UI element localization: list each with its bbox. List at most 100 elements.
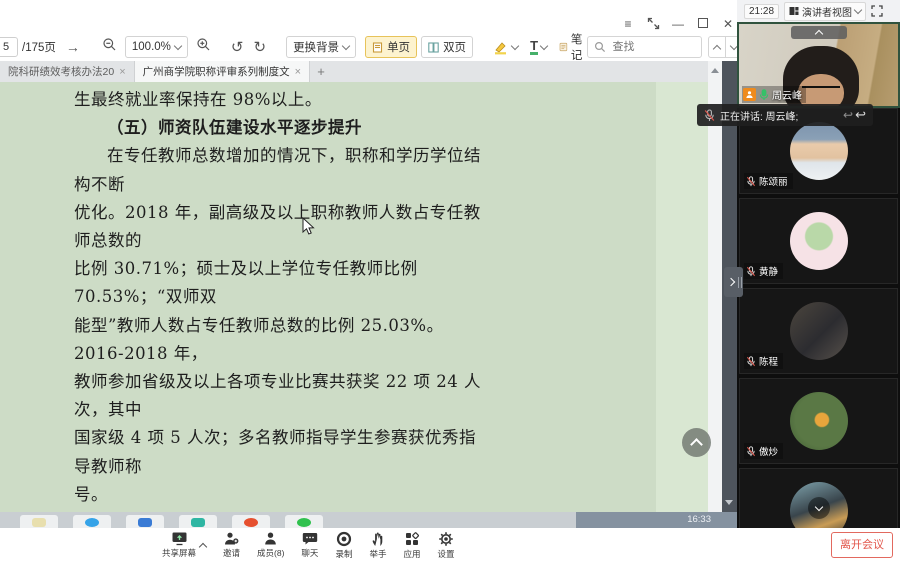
scroll-to-top-button[interactable] xyxy=(682,428,711,457)
share-screen-button[interactable]: 共享屏幕 xyxy=(162,531,196,559)
participant-tile[interactable]: 傲炒 xyxy=(739,378,898,464)
document-text: 生最终就业率保持在 98%以上。（五）师资队伍建设水平逐步提升在专任教师总数增加… xyxy=(74,86,488,512)
settings-gear-icon xyxy=(438,531,454,547)
fullscreen-icon[interactable] xyxy=(871,5,883,17)
participant-tile[interactable]: 陈程 xyxy=(739,288,898,374)
rotate-left-icon[interactable]: ↺ xyxy=(231,38,244,56)
doc-line: 在专任教师总数增加的情况下，职称和学历学位结构不断 xyxy=(74,142,488,198)
participant-name-label: 傲炒 xyxy=(744,443,783,459)
pdf-tab-bar: 院科研绩效考核办法20 × 广州商学院职称评审系列制度文 × + xyxy=(0,61,737,82)
collapse-video-button[interactable] xyxy=(791,26,847,39)
scroll-up-arrow-icon[interactable] xyxy=(711,68,719,73)
share-screen-icon xyxy=(171,531,188,546)
video-panel-header: 21:28 演讲者视图 xyxy=(737,0,900,22)
tab-document-2[interactable]: 广州商学院职称评审系列制度文 × xyxy=(135,61,310,82)
doc-line: （五）师资队伍建设水平逐步提升 xyxy=(74,114,488,142)
participant-name-label: 陈颂丽 xyxy=(744,173,793,189)
pdf-toolbar: /175页 → 100.0% ↺ ↻ 更换背景 xyxy=(0,33,737,61)
pdf-window-controls: ≡ — ✕ xyxy=(620,17,736,31)
speaker-name-label: 周云峰 xyxy=(742,86,806,103)
tab-document-1[interactable]: 院科研绩效考核办法20 × xyxy=(0,61,135,82)
search-icon xyxy=(594,41,606,53)
meeting-app-window: ≡ — ✕ /175页 → 100.0% xyxy=(0,0,900,562)
tab-close-icon[interactable]: × xyxy=(119,66,125,78)
taskbar-app-icon[interactable] xyxy=(232,515,270,528)
doc-line: 教师参加省级及以上各项专业比赛共获奖 22 项 24 人次，其中 xyxy=(74,368,488,424)
mic-muted-icon xyxy=(746,446,756,457)
view-mode-dropdown[interactable]: 演讲者视图 xyxy=(784,2,866,21)
mic-muted-icon xyxy=(746,266,756,277)
participants-scroll-down-button[interactable] xyxy=(808,497,830,519)
raise-hand-icon xyxy=(371,531,385,547)
settings-button[interactable]: 设置 xyxy=(437,531,454,560)
tab-close-icon[interactable]: × xyxy=(295,66,301,78)
mic-muted-icon xyxy=(746,176,756,187)
change-background-button[interactable]: 更换背景 xyxy=(286,36,356,58)
taskbar-app-icon[interactable] xyxy=(73,515,111,528)
mic-muted-icon xyxy=(746,356,756,367)
text-tool[interactable]: T xyxy=(530,39,547,55)
meeting-bottom-toolbar: 共享屏幕 邀请 成员(8) 聊天 xyxy=(0,528,900,562)
taskbar-app-icon[interactable] xyxy=(179,515,217,528)
search-prev-button[interactable] xyxy=(709,37,725,57)
invite-button[interactable]: 邀请 xyxy=(223,531,240,559)
chat-icon xyxy=(302,531,318,546)
zoom-in-icon[interactable] xyxy=(196,37,211,57)
share-options-chevron-icon[interactable] xyxy=(199,542,207,550)
reply-arrow-icon[interactable]: ↩ xyxy=(843,108,853,122)
presenter-badge-icon xyxy=(743,88,756,101)
close-button[interactable]: ✕ xyxy=(720,17,736,31)
raise-hand-button[interactable]: 举手 xyxy=(369,531,386,560)
participant-name-label: 陈程 xyxy=(744,353,783,369)
leave-meeting-button[interactable]: 离开会议 xyxy=(831,532,893,558)
rotate-right-icon[interactable]: ↻ xyxy=(253,38,266,56)
participant-tile[interactable]: 黄静 xyxy=(739,198,898,284)
doc-line: 比例 30.71%；硕士及以上学位专任教师比例 70.53%；“双师双 xyxy=(74,255,488,311)
taskbar: 16:33 xyxy=(0,512,737,528)
meeting-timer: 21:28 xyxy=(744,4,779,19)
chat-button[interactable]: 聊天 xyxy=(301,531,318,559)
reply-arrow-icon[interactable]: ↩ xyxy=(855,107,866,123)
menu-icon[interactable]: ≡ xyxy=(620,17,636,31)
doc-line: 能型”教师人数占专任教师总数的比例 25.03%。2016-2018 年， xyxy=(74,312,488,368)
doc-line: 国家级 4 项 5 人次；多名教师指导学生参赛获优秀指导教师称 xyxy=(74,424,488,480)
video-panel: 21:28 演讲者视图 xyxy=(737,0,900,528)
invite-icon xyxy=(223,531,240,546)
mouse-cursor xyxy=(302,217,315,236)
mic-muted-icon xyxy=(704,109,715,122)
go-to-page-arrow-icon[interactable]: → xyxy=(66,39,80,55)
doc-line: 生最终就业率保持在 98%以上。 xyxy=(74,86,488,114)
new-tab-button[interactable]: + xyxy=(310,61,332,82)
taskbar-pinned-apps xyxy=(0,512,576,528)
double-page-toggle[interactable]: 双页 xyxy=(421,36,473,58)
zoom-level-dropdown[interactable]: 100.0% xyxy=(125,36,188,58)
apps-button[interactable]: 应用 xyxy=(403,531,420,560)
participant-tiles: 陈颂丽黄静陈程傲炒 xyxy=(737,108,900,528)
search-input[interactable] xyxy=(611,40,695,54)
members-button[interactable]: 成员(8) xyxy=(257,531,284,559)
taskbar-app-icon[interactable] xyxy=(126,515,164,528)
doc-line: 优化。2018 年，副高级及以上职称教师人数占专任教师总数的 xyxy=(74,199,488,255)
page-number-input[interactable] xyxy=(0,37,18,57)
active-speaker-video[interactable]: 周云峰 xyxy=(737,22,900,108)
zoom-out-icon[interactable] xyxy=(102,37,117,57)
apps-icon xyxy=(404,531,420,547)
restore-button[interactable] xyxy=(695,17,711,31)
mic-active-icon xyxy=(759,89,769,101)
scroll-down-arrow-icon[interactable] xyxy=(725,500,733,505)
taskbar-clock: 16:33 xyxy=(576,512,737,528)
search-box[interactable] xyxy=(587,36,702,58)
taskbar-app-icon[interactable] xyxy=(285,515,323,528)
participant-avatar xyxy=(790,302,848,360)
minimize-button[interactable]: — xyxy=(670,17,686,31)
speaking-toast: 正在讲话: 周云峰; ↩ ↩ xyxy=(697,104,873,126)
single-page-toggle[interactable]: 单页 xyxy=(365,36,417,58)
doc-line: 号。 xyxy=(74,481,488,509)
taskbar-app-icon[interactable] xyxy=(20,515,58,528)
highlighter-tool[interactable] xyxy=(493,40,518,55)
expand-arrows-icon[interactable] xyxy=(645,17,661,31)
notes-button[interactable]: 笔记 xyxy=(559,31,587,63)
sidebar-collapse-handle[interactable] xyxy=(724,267,743,297)
participant-name-label: 黄静 xyxy=(744,263,783,279)
record-button[interactable]: 录制 xyxy=(335,531,352,560)
